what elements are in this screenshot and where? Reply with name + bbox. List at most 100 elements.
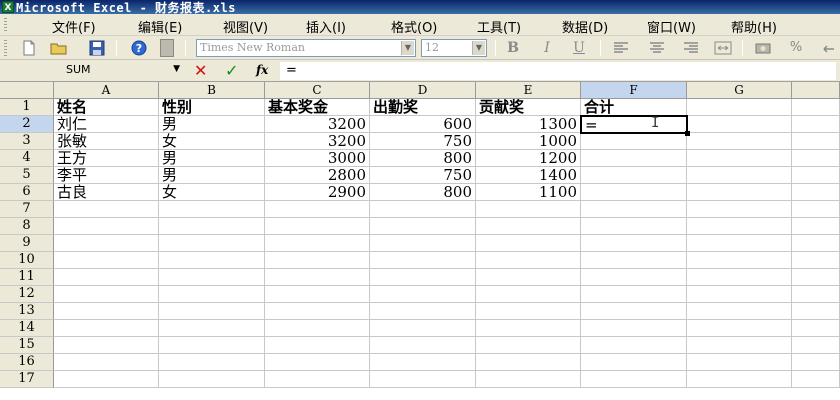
cell[interactable]	[159, 371, 265, 388]
cell[interactable]	[159, 201, 265, 218]
cell[interactable]	[687, 116, 792, 133]
font-size-select[interactable]: 12 ▼	[421, 39, 487, 57]
row-header[interactable]: 1	[0, 99, 54, 116]
toolbar-options-icon[interactable]	[160, 39, 174, 57]
align-center-icon[interactable]	[648, 39, 666, 57]
open-folder-icon[interactable]	[50, 39, 68, 57]
font-name-select[interactable]: Times New Roman ▼	[196, 39, 416, 57]
header-cell[interactable]: 出勤奖	[370, 99, 476, 116]
cell[interactable]	[370, 218, 476, 235]
cell[interactable]	[581, 286, 687, 303]
column-header-a[interactable]: A	[54, 82, 159, 99]
cell[interactable]	[792, 371, 840, 388]
cell[interactable]	[159, 337, 265, 354]
data-cell[interactable]: 李平	[54, 167, 159, 184]
cell[interactable]	[265, 320, 370, 337]
row-header[interactable]: 2	[0, 116, 54, 133]
cell[interactable]	[581, 320, 687, 337]
cell[interactable]	[476, 320, 581, 337]
cell[interactable]	[476, 201, 581, 218]
data-cell[interactable]: 1200	[476, 150, 581, 167]
cell[interactable]	[54, 303, 159, 320]
data-cell[interactable]: 王方	[54, 150, 159, 167]
data-cell[interactable]: 张敏	[54, 133, 159, 150]
row-header[interactable]: 3	[0, 133, 54, 150]
cell[interactable]	[54, 218, 159, 235]
cell[interactable]	[581, 303, 687, 320]
cell[interactable]	[792, 269, 840, 286]
cell[interactable]	[476, 286, 581, 303]
data-cell[interactable]: 800	[370, 184, 476, 201]
cell[interactable]	[54, 201, 159, 218]
column-header-next[interactable]	[792, 82, 840, 99]
new-document-icon[interactable]	[20, 39, 38, 57]
cell[interactable]	[265, 218, 370, 235]
cell[interactable]	[476, 371, 581, 388]
help-icon[interactable]: ?	[130, 39, 148, 57]
cell[interactable]	[687, 337, 792, 354]
cell[interactable]	[687, 133, 792, 150]
cell[interactable]	[265, 371, 370, 388]
cell[interactable]	[581, 235, 687, 252]
cell[interactable]	[370, 337, 476, 354]
row-header[interactable]: 12	[0, 286, 54, 303]
cell[interactable]	[54, 354, 159, 371]
cell[interactable]	[792, 354, 840, 371]
row-header[interactable]: 17	[0, 371, 54, 388]
cell[interactable]	[159, 218, 265, 235]
cell[interactable]	[687, 303, 792, 320]
cell[interactable]	[476, 303, 581, 320]
cell[interactable]	[265, 303, 370, 320]
cell[interactable]	[581, 167, 687, 184]
header-cell[interactable]: 基本奖金	[265, 99, 370, 116]
cell[interactable]	[159, 286, 265, 303]
data-cell[interactable]: 1400	[476, 167, 581, 184]
cell[interactable]	[581, 184, 687, 201]
cell[interactable]	[159, 252, 265, 269]
menu-edit[interactable]: 编辑(E)	[138, 17, 182, 36]
cell[interactable]	[792, 337, 840, 354]
data-cell[interactable]: 刘仁	[54, 116, 159, 133]
chevron-down-icon[interactable]: ▼	[472, 41, 485, 55]
cell[interactable]	[370, 286, 476, 303]
row-header[interactable]: 8	[0, 218, 54, 235]
data-cell[interactable]: 2900	[265, 184, 370, 201]
menu-file[interactable]: 文件(F)	[52, 17, 96, 36]
menu-help[interactable]: 帮助(H)	[731, 17, 777, 36]
bold-button[interactable]: B	[503, 39, 523, 57]
row-header[interactable]: 5	[0, 167, 54, 184]
cell[interactable]	[159, 303, 265, 320]
cell[interactable]	[792, 184, 840, 201]
column-header-g[interactable]: G	[687, 82, 792, 99]
cell[interactable]	[792, 320, 840, 337]
cell[interactable]	[54, 337, 159, 354]
cell[interactable]	[476, 269, 581, 286]
toolbar-grip-icon[interactable]	[4, 40, 7, 56]
menu-format[interactable]: 格式(O)	[391, 17, 437, 36]
data-cell[interactable]: 3000	[265, 150, 370, 167]
cell[interactable]	[476, 252, 581, 269]
cancel-icon[interactable]: ✕	[194, 61, 207, 80]
cell[interactable]	[687, 252, 792, 269]
chevron-down-icon[interactable]: ▼	[401, 41, 414, 55]
cell[interactable]	[370, 269, 476, 286]
fill-handle[interactable]	[685, 131, 690, 136]
menu-grip-icon[interactable]	[4, 18, 7, 32]
data-cell[interactable]: 男	[159, 167, 265, 184]
row-header[interactable]: 16	[0, 354, 54, 371]
cell[interactable]	[581, 371, 687, 388]
cell[interactable]	[687, 201, 792, 218]
data-cell[interactable]: 3200	[265, 133, 370, 150]
data-cell[interactable]: 男	[159, 116, 265, 133]
column-header-f[interactable]: F	[581, 82, 687, 99]
cell[interactable]	[687, 167, 792, 184]
cell[interactable]	[370, 320, 476, 337]
cell[interactable]	[476, 218, 581, 235]
cell[interactable]	[159, 235, 265, 252]
cell[interactable]	[54, 371, 159, 388]
cell[interactable]	[687, 218, 792, 235]
row-header[interactable]: 9	[0, 235, 54, 252]
cell[interactable]	[54, 252, 159, 269]
cell[interactable]	[687, 269, 792, 286]
data-cell[interactable]: 1000	[476, 133, 581, 150]
